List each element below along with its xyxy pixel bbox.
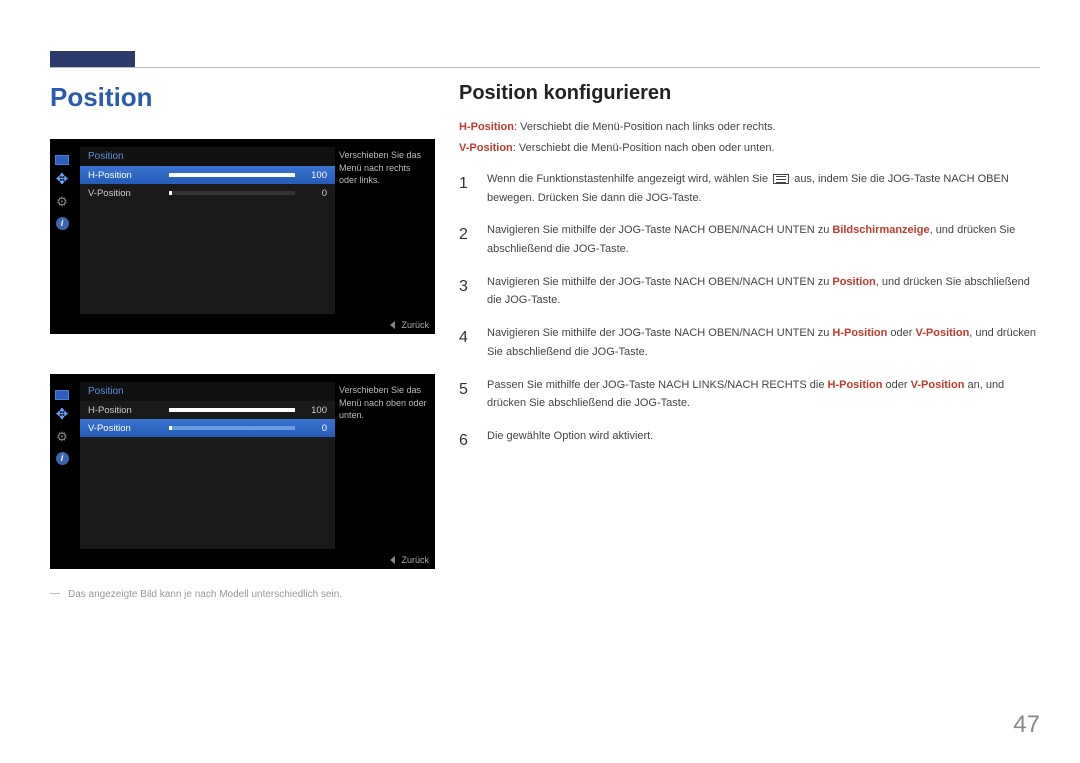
osd-footer: Zurück: [390, 555, 429, 565]
highlight: V-Position: [911, 379, 965, 391]
step-1: Wenn die Funktionstastenhilfe angezeigt …: [459, 170, 1040, 207]
step-5: Passen Sie mithilfe der JOG-Taste NACH L…: [459, 376, 1040, 413]
slider-track: [169, 191, 295, 195]
settings-icon: [53, 428, 71, 446]
slider-track: [169, 426, 295, 430]
step-text: Navigieren Sie mithilfe der JOG-Taste NA…: [487, 224, 832, 236]
menu-icon: [773, 174, 789, 184]
osd-row-label: H-Position: [88, 170, 163, 181]
back-icon: [390, 321, 395, 329]
subsection-title: Position konfigurieren: [459, 82, 1040, 105]
step-6: Die gewählte Option wird aktiviert.: [459, 427, 1040, 454]
picture-icon: [55, 155, 69, 165]
highlight: H-Position: [832, 327, 887, 339]
osd-row-v: V-Position 0: [80, 184, 335, 202]
info-icon: [56, 217, 69, 230]
page-number: 47: [1013, 711, 1040, 739]
osd-row-v: V-Position 0: [80, 419, 335, 437]
osd-row-h: H-Position 100: [80, 401, 335, 419]
osd-main-panel: Position H-Position 100 V-Position 0: [80, 382, 335, 549]
position-icon: [54, 406, 70, 422]
highlight: Bildschirmanzeige: [832, 224, 929, 236]
intro-v-text: : Verschiebt die Menü-Position nach oben…: [513, 142, 775, 154]
osd-title: Position: [80, 382, 335, 401]
step-3: Navigieren Sie mithilfe der JOG-Taste NA…: [459, 273, 1040, 310]
osd-sidebar: [50, 147, 74, 326]
right-column: Position konfigurieren H-Position: Versc…: [459, 82, 1040, 600]
highlight: Position: [832, 276, 875, 288]
back-label: Zurück: [401, 555, 429, 565]
slider-fill: [169, 173, 295, 177]
position-icon: [54, 171, 70, 187]
step-text: Navigieren Sie mithilfe der JOG-Taste NA…: [487, 276, 832, 288]
intro-block: H-Position: Verschiebt die Menü-Position…: [459, 119, 1040, 156]
header-accent-bar: [50, 51, 135, 67]
osd-title: Position: [80, 147, 335, 166]
slider-fill: [169, 426, 172, 430]
osd-row-label: V-Position: [88, 423, 163, 434]
step-text: oder: [883, 379, 911, 391]
osd-footer: Zurück: [390, 320, 429, 330]
picture-icon: [55, 390, 69, 400]
intro-h-label: H-Position: [459, 121, 514, 133]
highlight: V-Position: [916, 327, 970, 339]
back-icon: [390, 556, 395, 564]
osd-row-h: H-Position 100: [80, 166, 335, 184]
settings-icon: [53, 193, 71, 211]
header-rule: [50, 67, 1040, 68]
slider-track: [169, 173, 295, 177]
osd-row-value: 100: [301, 170, 327, 181]
osd-row-label: V-Position: [88, 188, 163, 199]
step-text: Wenn die Funktionstastenhilfe angezeigt …: [487, 173, 771, 185]
info-icon: [56, 452, 69, 465]
intro-v-label: V-Position: [459, 142, 513, 154]
osd-main-panel: Position H-Position 100 V-Position 0: [80, 147, 335, 314]
steps-list: Wenn die Funktionstastenhilfe angezeigt …: [459, 170, 1040, 454]
osd-screenshot-h: Position H-Position 100 V-Position 0 Ver…: [50, 139, 435, 334]
step-text: Passen Sie mithilfe der JOG-Taste NACH L…: [487, 379, 828, 391]
left-column: Position Position H-Position 100: [50, 82, 435, 600]
intro-line-h: H-Position: Verschiebt die Menü-Position…: [459, 119, 1040, 136]
step-2: Navigieren Sie mithilfe der JOG-Taste NA…: [459, 221, 1040, 258]
osd-row-label: H-Position: [88, 405, 163, 416]
osd-row-value: 0: [301, 188, 327, 199]
step-text: Navigieren Sie mithilfe der JOG-Taste NA…: [487, 327, 832, 339]
osd-help-text: Verschieben Sie das Menü nach rechts ode…: [339, 149, 429, 187]
step-4: Navigieren Sie mithilfe der JOG-Taste NA…: [459, 324, 1040, 361]
osd-sidebar: [50, 382, 74, 561]
section-title: Position: [50, 82, 435, 113]
slider-fill: [169, 408, 295, 412]
slider-track: [169, 408, 295, 412]
slider-fill: [169, 191, 172, 195]
osd-help-text: Verschieben Sie das Menü nach oben oder …: [339, 384, 429, 422]
osd-row-value: 0: [301, 423, 327, 434]
intro-line-v: V-Position: Verschiebt die Menü-Position…: [459, 140, 1040, 157]
highlight: H-Position: [828, 379, 883, 391]
page: Position Position H-Position 100: [0, 0, 1080, 763]
intro-h-text: : Verschiebt die Menü-Position nach link…: [514, 121, 776, 133]
step-text: Die gewählte Option wird aktiviert.: [487, 430, 653, 442]
footnote: Das angezeigte Bild kann je nach Modell …: [50, 589, 435, 600]
step-text: oder: [887, 327, 915, 339]
back-label: Zurück: [401, 320, 429, 330]
osd-screenshot-v: Position H-Position 100 V-Position 0 Ver…: [50, 374, 435, 569]
osd-row-value: 100: [301, 405, 327, 416]
